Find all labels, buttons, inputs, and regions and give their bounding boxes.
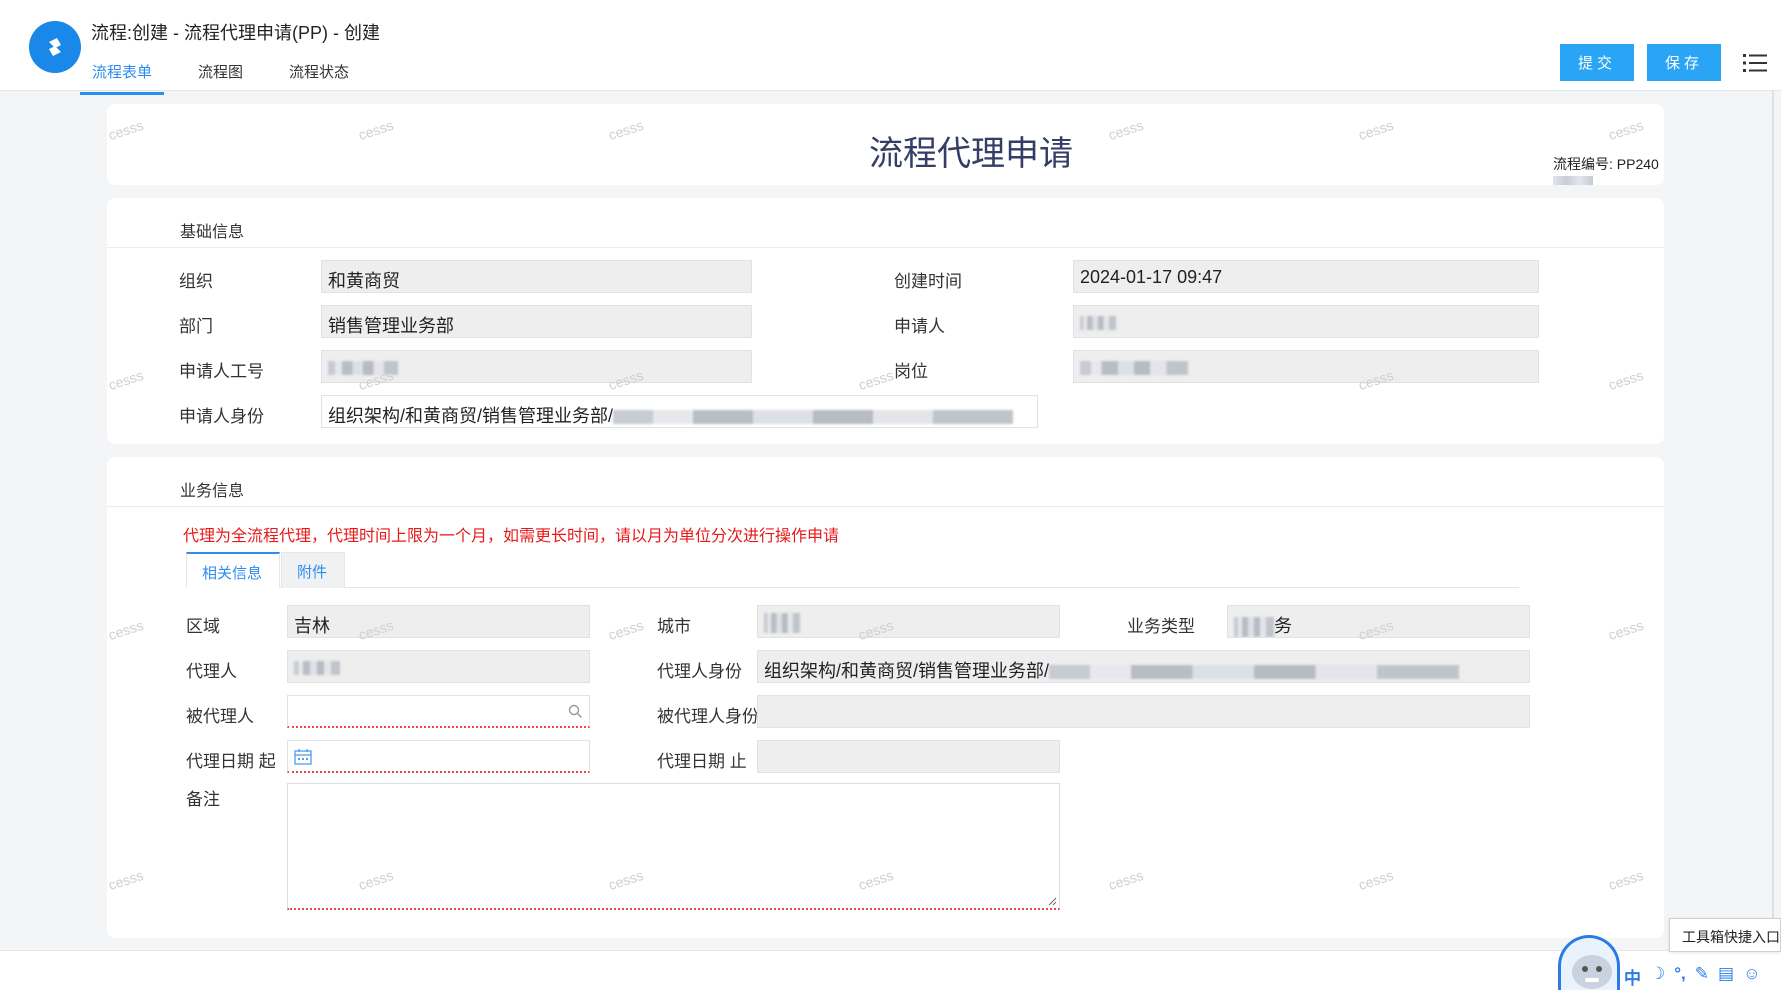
tab-flow-chart[interactable]: 流程图 xyxy=(186,56,255,95)
agent-field[interactable] xyxy=(287,650,590,683)
created-time-label: 创建时间 xyxy=(894,272,962,291)
region-label: 区域 xyxy=(186,617,220,636)
app-logo-icon xyxy=(29,21,81,73)
ime-wrench-icon[interactable]: ✎ xyxy=(1695,964,1709,989)
identity-value: 组织架构/和黄商贸/销售管理业务部/ xyxy=(328,406,614,426)
basic-info-card: 基础信息 组织 和黄商贸 创建时间 2024-01-17 09:47 部门 销售… xyxy=(107,198,1664,444)
section-title: 基础信息 xyxy=(180,224,245,241)
redacted-block xyxy=(294,661,340,676)
proxy-notice: 代理为全流程代理，代理时间上限为一个月，如需更长时间，请以月为单位分次进行操作申… xyxy=(183,528,840,545)
resize-handle-icon[interactable] xyxy=(1047,896,1057,906)
date-end-field[interactable] xyxy=(757,740,1060,773)
subtab-related-info[interactable]: 相关信息 xyxy=(186,552,280,588)
remark-textarea[interactable] xyxy=(287,783,1060,910)
redacted-block xyxy=(1553,176,1593,185)
dept-field[interactable]: 销售管理业务部 xyxy=(321,305,752,338)
ime-clipboard-icon[interactable]: ▤ xyxy=(1718,964,1734,989)
city-label: 城市 xyxy=(657,617,691,636)
principal-identity-label: 被代理人身份 xyxy=(657,707,759,726)
org-field[interactable]: 和黄商贸 xyxy=(321,260,752,293)
principal-label: 被代理人 xyxy=(186,707,254,726)
redacted-block xyxy=(1234,617,1274,637)
agent-label: 代理人 xyxy=(186,662,237,681)
biz-type-label: 业务类型 xyxy=(1127,617,1195,636)
tab-flow-form[interactable]: 流程表单 xyxy=(80,56,165,95)
org-label: 组织 xyxy=(179,272,213,291)
remark-label: 备注 xyxy=(186,790,220,809)
flow-number: 流程编号: PP240 xyxy=(1553,154,1664,185)
ime-emoji-icon[interactable]: ☺ xyxy=(1743,964,1760,989)
dept-label: 部门 xyxy=(179,317,213,336)
basic-info-header: 基础信息 xyxy=(107,198,1664,248)
principal-field[interactable] xyxy=(287,695,590,728)
business-info-card: 业务信息 代理为全流程代理，代理时间上限为一个月，如需更长时间，请以月为单位分次… xyxy=(107,457,1664,938)
search-icon[interactable] xyxy=(568,704,583,719)
biz-type-value: 务 xyxy=(1274,616,1292,636)
form-title-card: 流程代理申请 流程编号: PP240 xyxy=(107,104,1664,185)
menu-list-icon[interactable] xyxy=(1743,52,1767,74)
app-header: 流程:创建 - 流程代理申请(PP) - 创建 流程表单 流程图 流程状态 提交… xyxy=(0,0,1781,95)
bottom-bar xyxy=(0,950,1781,990)
biz-type-field[interactable]: 务 xyxy=(1227,605,1530,638)
post-label: 岗位 xyxy=(894,362,928,381)
redacted-block xyxy=(764,613,800,634)
agent-identity-label: 代理人身份 xyxy=(657,662,742,681)
subtab-attachments[interactable]: 附件 xyxy=(281,552,345,588)
date-end-label: 代理日期 止 xyxy=(657,752,747,771)
ime-moon-icon[interactable]: ☽ xyxy=(1650,964,1665,989)
identity-field[interactable]: 组织架构/和黄商贸/销售管理业务部/ xyxy=(321,395,1038,428)
form-title: 流程代理申请 xyxy=(869,135,1073,173)
principal-identity-field[interactable] xyxy=(757,695,1530,728)
agent-identity-field[interactable]: 组织架构/和黄商贸/销售管理业务部/ xyxy=(757,650,1530,683)
redacted-block xyxy=(1080,361,1188,376)
tab-flow-status[interactable]: 流程状态 xyxy=(277,56,361,95)
page-scrollbar[interactable] xyxy=(1772,91,1774,939)
agent-identity-value: 组织架构/和黄商贸/销售管理业务部/ xyxy=(764,661,1050,681)
applicant-label: 申请人 xyxy=(894,317,945,336)
date-start-field[interactable] xyxy=(287,740,590,773)
applicant-field[interactable] xyxy=(1073,305,1539,338)
save-button[interactable]: 保存 xyxy=(1647,44,1721,81)
ime-punctuation-icon[interactable]: °, xyxy=(1674,964,1686,989)
post-field[interactable] xyxy=(1073,350,1539,383)
ime-chinese-toggle[interactable]: 中 xyxy=(1624,964,1641,989)
region-field[interactable]: 吉林 xyxy=(287,605,590,638)
section-title: 业务信息 xyxy=(180,483,245,500)
redacted-block xyxy=(1080,316,1116,331)
flow-number-label: 流程编号: xyxy=(1553,156,1613,172)
redacted-block xyxy=(613,410,1014,425)
ime-toolbar: 中 ☽ °, ✎ ▤ ☺ xyxy=(1624,964,1760,989)
toolbox-shortcut[interactable]: 工具箱快捷入口 xyxy=(1669,918,1781,952)
calendar-icon[interactable] xyxy=(294,748,312,765)
header-tabs: 流程表单 流程图 流程状态 xyxy=(80,56,383,95)
city-field[interactable] xyxy=(757,605,1060,638)
redacted-block xyxy=(328,361,398,376)
page-title: 流程:创建 - 流程代理申请(PP) - 创建 xyxy=(91,23,380,43)
created-time-field[interactable]: 2024-01-17 09:47 xyxy=(1073,260,1539,293)
redacted-block xyxy=(1049,665,1460,680)
identity-label: 申请人身份 xyxy=(179,407,264,426)
business-info-header: 业务信息 xyxy=(107,457,1664,507)
submit-button[interactable]: 提交 xyxy=(1560,44,1634,81)
flow-number-value: PP240 xyxy=(1616,156,1659,172)
emp-no-label: 申请人工号 xyxy=(179,362,264,381)
sub-tabs: 相关信息 附件 xyxy=(186,552,1519,588)
date-start-label: 代理日期 起 xyxy=(186,752,276,771)
assistant-bot-icon[interactable] xyxy=(1558,935,1620,990)
emp-no-field[interactable] xyxy=(321,350,752,383)
